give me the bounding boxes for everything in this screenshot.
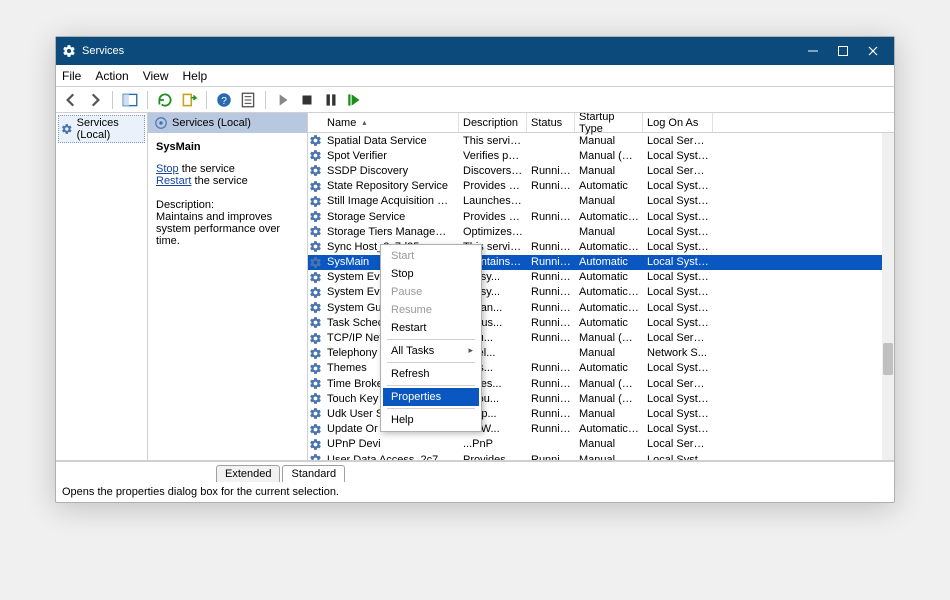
restart-service-button[interactable] bbox=[346, 91, 364, 109]
column-status[interactable]: Status bbox=[527, 113, 575, 132]
tab-standard[interactable]: Standard bbox=[282, 465, 345, 482]
minimize-button[interactable] bbox=[798, 41, 828, 61]
gear-icon bbox=[308, 240, 323, 253]
gear-icon bbox=[308, 149, 323, 162]
gear-icon bbox=[308, 377, 323, 390]
export-button[interactable] bbox=[180, 91, 198, 109]
ctx-all-tasks[interactable]: All Tasks bbox=[383, 342, 479, 360]
desc-label: Description: bbox=[156, 199, 299, 211]
service-row[interactable]: SSDP DiscoveryDiscovers n...RunningManua… bbox=[308, 163, 894, 178]
gear-icon bbox=[308, 438, 323, 451]
gear-icon bbox=[308, 453, 323, 460]
pause-service-button[interactable] bbox=[322, 91, 340, 109]
gear-icon bbox=[308, 180, 323, 193]
properties-button[interactable] bbox=[239, 91, 257, 109]
show-hide-tree-button[interactable] bbox=[121, 91, 139, 109]
ctx-refresh[interactable]: Refresh bbox=[383, 365, 479, 383]
status-bar: Opens the properties dialog box for the … bbox=[56, 482, 894, 502]
svg-text:?: ? bbox=[221, 95, 227, 106]
help-button[interactable]: ? bbox=[215, 91, 233, 109]
gear-icon bbox=[308, 407, 323, 420]
ctx-stop[interactable]: Stop bbox=[383, 265, 479, 283]
forward-button[interactable] bbox=[86, 91, 104, 109]
service-row[interactable]: Still Image Acquisition EventsLaunches a… bbox=[308, 194, 894, 209]
tree-label: Services (Local) bbox=[77, 117, 142, 141]
menubar: File Action View Help bbox=[56, 65, 894, 87]
gear-icon bbox=[308, 271, 323, 284]
ctx-pause: Pause bbox=[383, 283, 479, 301]
details-pane: Services (Local) SysMain Stop the servic… bbox=[148, 113, 308, 460]
menu-action[interactable]: Action bbox=[95, 69, 128, 83]
ctx-restart[interactable]: Restart bbox=[383, 319, 479, 337]
gear-icon bbox=[154, 116, 168, 130]
menu-help[interactable]: Help bbox=[183, 69, 208, 83]
gear-icon bbox=[308, 332, 323, 345]
restart-link[interactable]: Restart bbox=[156, 175, 191, 187]
titlebar[interactable]: Services bbox=[56, 37, 894, 65]
gear-icon bbox=[308, 392, 323, 405]
stop-service-button[interactable] bbox=[298, 91, 316, 109]
service-row[interactable]: Spatial Data ServiceThis service ...Manu… bbox=[308, 133, 894, 148]
gear-icon bbox=[308, 164, 323, 177]
ctx-resume: Resume bbox=[383, 301, 479, 319]
view-tabs: Extended Standard bbox=[56, 461, 894, 482]
details-header: Services (Local) bbox=[148, 113, 307, 133]
ctx-properties[interactable]: Properties bbox=[383, 388, 479, 406]
menu-view[interactable]: View bbox=[143, 69, 169, 83]
maximize-button[interactable] bbox=[828, 41, 858, 61]
service-row[interactable]: User Data Access_2c7d35Provides ap...Run… bbox=[308, 452, 894, 460]
tree-node-services[interactable]: Services (Local) bbox=[58, 115, 145, 143]
gear-icon bbox=[308, 210, 323, 223]
context-menu: StartStopPauseResumeRestart All Tasks Refr… bbox=[380, 244, 482, 432]
toolbar: ? bbox=[56, 87, 894, 113]
service-row[interactable]: Spot VerifierVerifies pote...Manual (Tri… bbox=[308, 148, 894, 163]
gear-icon bbox=[308, 225, 323, 238]
start-service-button[interactable] bbox=[274, 91, 292, 109]
gear-icon bbox=[308, 286, 323, 299]
gear-icon bbox=[308, 134, 323, 147]
column-headers: NameDescriptionStatusStartup TypeLog On … bbox=[308, 113, 894, 133]
service-row[interactable]: State Repository ServiceProvides re...Ru… bbox=[308, 179, 894, 194]
selected-service-name: SysMain bbox=[156, 141, 299, 153]
details-title: Services (Local) bbox=[172, 117, 251, 129]
desc-text: Maintains and improves system performanc… bbox=[156, 211, 299, 247]
gear-icon bbox=[308, 256, 323, 269]
gear-icon bbox=[62, 44, 76, 58]
gear-icon bbox=[308, 301, 323, 314]
gear-icon bbox=[308, 423, 323, 436]
body: Services (Local) Services (Local) SysMai… bbox=[56, 113, 894, 461]
back-button[interactable] bbox=[62, 91, 80, 109]
gear-icon bbox=[61, 122, 73, 136]
stop-link[interactable]: Stop bbox=[156, 163, 179, 175]
service-row[interactable]: UPnP Devi...PnPManualLocal Service bbox=[308, 437, 894, 452]
gear-icon bbox=[308, 316, 323, 329]
scrollbar[interactable] bbox=[882, 133, 894, 460]
column-startup-type[interactable]: Startup Type bbox=[575, 113, 643, 132]
service-row[interactable]: Storage ServiceProvides en...RunningAuto… bbox=[308, 209, 894, 224]
scroll-thumb[interactable] bbox=[883, 343, 893, 375]
column-log-on-as[interactable]: Log On As bbox=[643, 113, 713, 132]
close-button[interactable] bbox=[858, 41, 888, 61]
gear-icon bbox=[308, 195, 323, 208]
menu-file[interactable]: File bbox=[62, 69, 81, 83]
refresh-button[interactable] bbox=[156, 91, 174, 109]
gear-icon bbox=[308, 362, 323, 375]
column-name[interactable]: Name bbox=[323, 113, 459, 132]
gear-icon bbox=[308, 347, 323, 360]
service-row[interactable]: Storage Tiers ManagementOptimizes t...Ma… bbox=[308, 224, 894, 239]
tab-extended[interactable]: Extended bbox=[216, 465, 280, 482]
services-window: Services File Action View Help ? Servic bbox=[55, 36, 895, 503]
tree-pane[interactable]: Services (Local) bbox=[56, 113, 148, 460]
ctx-help[interactable]: Help bbox=[383, 411, 479, 429]
list-pane: NameDescriptionStatusStartup TypeLog On … bbox=[308, 113, 894, 460]
ctx-start: Start bbox=[383, 247, 479, 265]
column-description[interactable]: Description bbox=[459, 113, 527, 132]
window-title: Services bbox=[82, 45, 124, 57]
